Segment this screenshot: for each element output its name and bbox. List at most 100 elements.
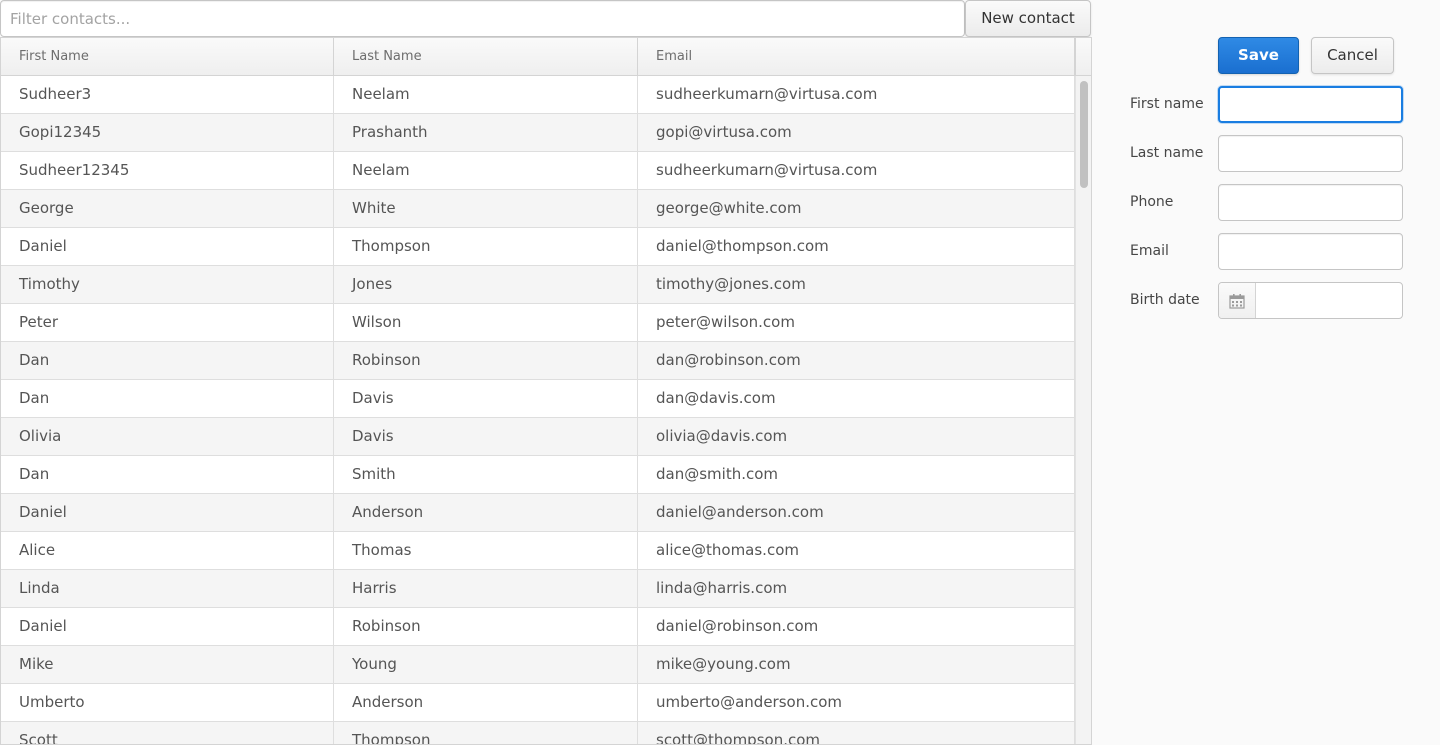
column-header-last-name[interactable]: Last Name [334, 38, 638, 75]
cell-email: scott@thompson.com [638, 722, 1075, 744]
cell-last-name: Wilson [334, 304, 638, 341]
new-contact-button[interactable]: New contact [965, 0, 1091, 37]
cell-email: daniel@robinson.com [638, 608, 1075, 645]
grid-scrollbar-thumb[interactable] [1080, 81, 1088, 188]
table-row[interactable]: Sudheer12345 Neelam sudheerkumarn@virtusa.… [1, 152, 1075, 190]
first-name-label: First name [1130, 96, 1204, 112]
phone-row: Phone [1130, 184, 1410, 221]
table-row[interactable]: Umberto Anderson umberto@anderson.com [1, 684, 1075, 722]
table-row[interactable]: Timothy Jones timothy@jones.com [1, 266, 1075, 304]
table-row[interactable]: Dan Robinson dan@robinson.com [1, 342, 1075, 380]
table-row[interactable]: Daniel Anderson daniel@anderson.com [1, 494, 1075, 532]
table-row[interactable]: Mike Young mike@young.com [1, 646, 1075, 684]
table-row[interactable]: George White george@white.com [1, 190, 1075, 228]
cell-email: dan@davis.com [638, 380, 1075, 417]
cell-first-name: Timothy [1, 266, 334, 303]
calendar-button[interactable] [1219, 283, 1256, 318]
cell-last-name: Davis [334, 380, 638, 417]
cell-first-name: Sudheer3 [1, 76, 334, 113]
address-book-app: New contact First Name Last Name Email S… [0, 0, 1440, 745]
cell-last-name: Neelam [334, 76, 638, 113]
cell-last-name: Thompson [334, 722, 638, 744]
table-row[interactable]: Dan Smith dan@smith.com [1, 456, 1075, 494]
cell-first-name: George [1, 190, 334, 227]
cancel-button[interactable]: Cancel [1311, 37, 1394, 74]
cell-email: timothy@jones.com [638, 266, 1075, 303]
cell-email: linda@harris.com [638, 570, 1075, 607]
cell-email: sudheerkumarn@virtusa.com [638, 152, 1075, 189]
cell-email: mike@young.com [638, 646, 1075, 683]
cell-email: george@white.com [638, 190, 1075, 227]
contact-form: Save Cancel First name Last name Phone E… [1092, 0, 1440, 745]
email-field[interactable] [1218, 233, 1403, 270]
cell-last-name: Neelam [334, 152, 638, 189]
phone-field[interactable] [1218, 184, 1403, 221]
cell-last-name: Thomas [334, 532, 638, 569]
cell-last-name: Thompson [334, 228, 638, 265]
table-row[interactable]: Alice Thomas alice@thomas.com [1, 532, 1075, 570]
cell-first-name: Dan [1, 380, 334, 417]
birth-date-field[interactable] [1256, 283, 1402, 318]
first-name-row: First name [1130, 86, 1410, 123]
cell-last-name: Smith [334, 456, 638, 493]
grid-body: Sudheer3 Neelam sudheerkumarn@virtusa.com G… [1, 76, 1075, 744]
cell-last-name: Jones [334, 266, 638, 303]
cell-first-name: Umberto [1, 684, 334, 721]
cell-last-name: Young [334, 646, 638, 683]
save-button[interactable]: Save [1218, 37, 1299, 74]
first-name-field[interactable] [1218, 86, 1403, 123]
cell-email: sudheerkumarn@virtusa.com [638, 76, 1075, 113]
birth-date-label: Birth date [1130, 292, 1200, 308]
email-row: Email [1130, 233, 1410, 270]
cell-email: peter@wilson.com [638, 304, 1075, 341]
cell-first-name: Scott [1, 722, 334, 744]
cell-first-name: Gopi12345 [1, 114, 334, 151]
cell-last-name: White [334, 190, 638, 227]
cell-email: dan@robinson.com [638, 342, 1075, 379]
last-name-row: Last name [1130, 135, 1410, 172]
grid-header-corner [1075, 38, 1091, 76]
contacts-grid: First Name Last Name Email Sudheer3 Neela… [0, 37, 1092, 745]
table-row[interactable]: Olivia Davis olivia@davis.com [1, 418, 1075, 456]
cell-last-name: Robinson [334, 608, 638, 645]
table-row[interactable]: Dan Davis dan@davis.com [1, 380, 1075, 418]
phone-label: Phone [1130, 194, 1174, 210]
birth-date-picker [1218, 282, 1403, 319]
table-row[interactable]: Scott Thompson scott@thompson.com [1, 722, 1075, 744]
table-row[interactable]: Gopi12345 Prashanth gopi@virtusa.com [1, 114, 1075, 152]
table-row[interactable]: Sudheer3 Neelam sudheerkumarn@virtusa.com [1, 76, 1075, 114]
cell-last-name: Anderson [334, 494, 638, 531]
cell-email: dan@smith.com [638, 456, 1075, 493]
cell-first-name: Daniel [1, 608, 334, 645]
cell-last-name: Anderson [334, 684, 638, 721]
last-name-field[interactable] [1218, 135, 1403, 172]
table-row[interactable]: Linda Harris linda@harris.com [1, 570, 1075, 608]
cell-first-name: Dan [1, 342, 334, 379]
calendar-icon [1229, 293, 1245, 309]
cell-last-name: Davis [334, 418, 638, 455]
cell-first-name: Olivia [1, 418, 334, 455]
cell-first-name: Dan [1, 456, 334, 493]
cell-last-name: Prashanth [334, 114, 638, 151]
cell-first-name: Mike [1, 646, 334, 683]
cell-last-name: Robinson [334, 342, 638, 379]
toolbar: New contact [0, 0, 1092, 38]
grid-scrollbar[interactable] [1075, 76, 1091, 744]
column-header-first-name[interactable]: First Name [1, 38, 334, 75]
cell-email: olivia@davis.com [638, 418, 1075, 455]
last-name-label: Last name [1130, 145, 1204, 161]
cell-first-name: Alice [1, 532, 334, 569]
grid-header: First Name Last Name Email [1, 38, 1075, 76]
table-row[interactable]: Daniel Thompson daniel@thompson.com [1, 228, 1075, 266]
cell-first-name: Daniel [1, 494, 334, 531]
table-row[interactable]: Daniel Robinson daniel@robinson.com [1, 608, 1075, 646]
cell-first-name: Peter [1, 304, 334, 341]
table-row[interactable]: Peter Wilson peter@wilson.com [1, 304, 1075, 342]
cell-email: alice@thomas.com [638, 532, 1075, 569]
column-header-email[interactable]: Email [638, 38, 1075, 75]
cell-first-name: Sudheer12345 [1, 152, 334, 189]
cell-email: daniel@thompson.com [638, 228, 1075, 265]
filter-contacts-input[interactable] [0, 0, 965, 37]
cell-email: gopi@virtusa.com [638, 114, 1075, 151]
cell-email: umberto@anderson.com [638, 684, 1075, 721]
